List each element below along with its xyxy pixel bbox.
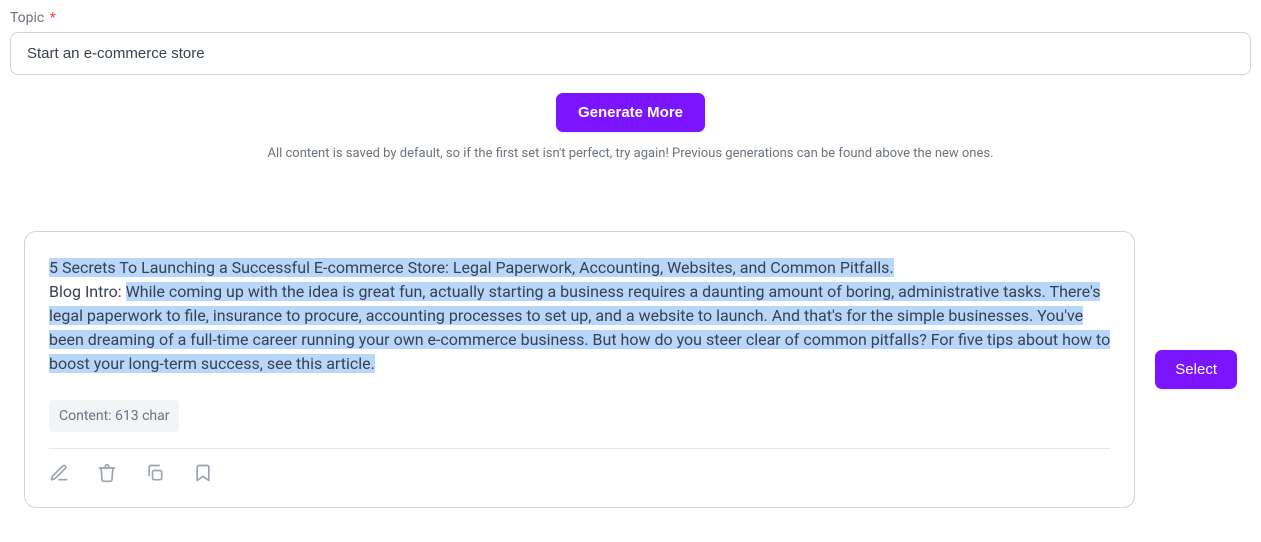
generate-more-button[interactable]: Generate More [556, 93, 705, 132]
trash-icon[interactable] [97, 463, 117, 483]
result-intro-body: While coming up with the idea is great f… [49, 282, 1110, 373]
result-content[interactable]: 5 Secrets To Launching a Successful E-co… [49, 256, 1110, 376]
edit-icon[interactable] [49, 463, 69, 483]
required-asterisk: * [50, 10, 56, 26]
bookmark-icon[interactable] [193, 463, 213, 483]
select-button[interactable]: Select [1155, 350, 1237, 389]
result-card: 5 Secrets To Launching a Successful E-co… [24, 231, 1135, 508]
topic-label: Topic * [10, 10, 1251, 26]
topic-input[interactable] [10, 32, 1251, 75]
char-count-badge: Content: 613 char [49, 400, 179, 432]
copy-icon[interactable] [145, 463, 165, 483]
topic-label-text: Topic [10, 10, 44, 26]
card-actions [49, 448, 1110, 483]
result-intro-label: Blog Intro: [49, 282, 126, 301]
result-title: 5 Secrets To Launching a Successful E-co… [49, 258, 894, 277]
helper-text: All content is saved by default, so if t… [10, 146, 1251, 161]
